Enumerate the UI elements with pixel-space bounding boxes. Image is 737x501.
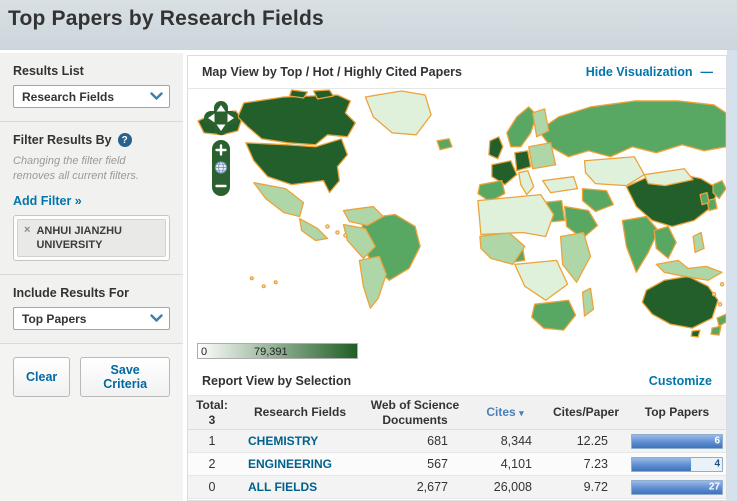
bar-value: 6 xyxy=(714,435,720,447)
hide-visualization-link[interactable]: Hide Visualization — xyxy=(586,65,713,79)
column-header-cites-paper[interactable]: Cites/Paper xyxy=(544,405,628,419)
filter-results-label: Filter Results By xyxy=(13,133,112,147)
map-view-title: Map View by Top / Hot / Highly Cited Pap… xyxy=(202,65,462,79)
filter-section: Filter Results By ? Changing the filter … xyxy=(0,122,183,276)
documents-cell: 681 xyxy=(427,434,448,448)
table-row: 2 ENGINEERING 567 4,101 7.23 4 xyxy=(188,453,726,476)
documents-cell: 567 xyxy=(427,457,448,471)
bar-value: 4 xyxy=(714,458,720,470)
column-header-total: Total: 3 xyxy=(196,398,228,427)
column-header-top-papers[interactable]: Top Papers xyxy=(628,405,726,419)
map-canvas: 0 79,391 xyxy=(188,89,726,367)
content-area: Results List Research Fields Filter Resu… xyxy=(0,50,737,501)
table-row: 0 ALL FIELDS 2,677 26,008 9.72 27 xyxy=(188,476,726,499)
cites-paper-cell: 7.23 xyxy=(583,457,608,471)
add-filter-link[interactable]: Add Filter » xyxy=(13,194,82,208)
results-list-select[interactable]: Research Fields xyxy=(13,85,170,108)
minus-icon: — xyxy=(700,65,713,79)
main-panel: Map View by Top / Hot / Highly Cited Pap… xyxy=(187,55,727,501)
clear-button[interactable]: Clear xyxy=(13,357,71,398)
results-list-value: Research Fields xyxy=(22,89,115,104)
cites-paper-cell: 9.72 xyxy=(583,480,608,494)
sidebar: Results List Research Fields Filter Resu… xyxy=(0,53,183,501)
rank-cell: 0 xyxy=(208,480,216,494)
save-criteria-button[interactable]: Save Criteria xyxy=(80,357,170,398)
field-link[interactable]: ENGINEERING xyxy=(248,457,332,471)
legend-max-label: 79,391 xyxy=(254,346,288,358)
cites-cell: 8,344 xyxy=(500,434,532,448)
remove-filter-icon[interactable]: × xyxy=(24,224,30,253)
report-view-title: Report View by Selection xyxy=(202,374,352,388)
bar-fill xyxy=(632,434,722,448)
field-link[interactable]: ALL FIELDS xyxy=(248,480,317,494)
results-list-section: Results List Research Fields xyxy=(0,53,183,122)
world-map[interactable] xyxy=(188,89,726,339)
rank-cell: 1 xyxy=(208,434,216,448)
report-view-header: Report View by Selection Customize xyxy=(188,367,726,396)
globe-icon[interactable] xyxy=(214,161,228,174)
legend-min-label: 0 xyxy=(201,346,207,358)
top-papers-bar: 27 xyxy=(631,479,723,495)
table-header-row: Total: 3 Research Fields Web of Science … xyxy=(188,396,726,430)
filter-note: Changing the filter field removes all cu… xyxy=(13,155,139,182)
documents-cell: 2,677 xyxy=(416,480,448,494)
sort-descending-icon: ▾ xyxy=(519,408,524,419)
map-view-header: Map View by Top / Hot / Highly Cited Pap… xyxy=(188,56,726,89)
include-results-select[interactable]: Top Papers xyxy=(13,307,170,331)
table-row: 1 CHEMISTRY 681 8,344 12.25 6 xyxy=(188,430,726,453)
customize-link[interactable]: Customize xyxy=(649,374,712,388)
help-icon[interactable]: ? xyxy=(117,133,132,147)
map-legend: 0 79,391 xyxy=(197,343,358,359)
top-papers-bar: 4 xyxy=(631,456,723,472)
cites-paper-cell: 12.25 xyxy=(576,434,608,448)
filter-chip-label: ANHUI JIANZHU UNIVERSITY xyxy=(36,224,122,251)
include-results-value: Top Papers xyxy=(22,311,87,326)
page-edge-strip xyxy=(727,50,737,501)
column-header-cites[interactable]: Cites ▾ xyxy=(466,405,544,419)
map-pan-control[interactable] xyxy=(202,99,240,137)
cites-cell: 26,008 xyxy=(493,480,532,494)
field-link[interactable]: CHEMISTRY xyxy=(248,434,318,448)
top-papers-bar: 6 xyxy=(631,433,723,449)
include-results-label: Include Results For xyxy=(13,286,129,301)
column-header-documents[interactable]: Web of Science Documents xyxy=(364,398,466,427)
bar-fill xyxy=(632,457,692,471)
chevron-down-icon xyxy=(150,314,163,322)
chevron-down-icon xyxy=(150,92,163,100)
bar-value: 27 xyxy=(708,481,720,493)
include-results-section: Include Results For Top Papers xyxy=(0,275,183,345)
header-band: Top Papers by Research Fields xyxy=(0,0,737,50)
results-list-label: Results List xyxy=(13,64,84,78)
report-table: Total: 3 Research Fields Web of Science … xyxy=(188,396,726,499)
filter-chip: × ANHUI JIANZHU UNIVERSITY xyxy=(17,218,166,258)
page-title: Top Papers by Research Fields xyxy=(8,7,324,30)
column-header-research-fields[interactable]: Research Fields xyxy=(236,405,364,419)
cites-cell: 4,101 xyxy=(500,457,532,471)
rank-cell: 2 xyxy=(208,457,216,471)
filter-chip-box: × ANHUI JIANZHU UNIVERSITY xyxy=(13,214,170,262)
sidebar-actions: Clear Save Criteria xyxy=(0,344,183,410)
map-zoom-control[interactable] xyxy=(211,139,231,197)
